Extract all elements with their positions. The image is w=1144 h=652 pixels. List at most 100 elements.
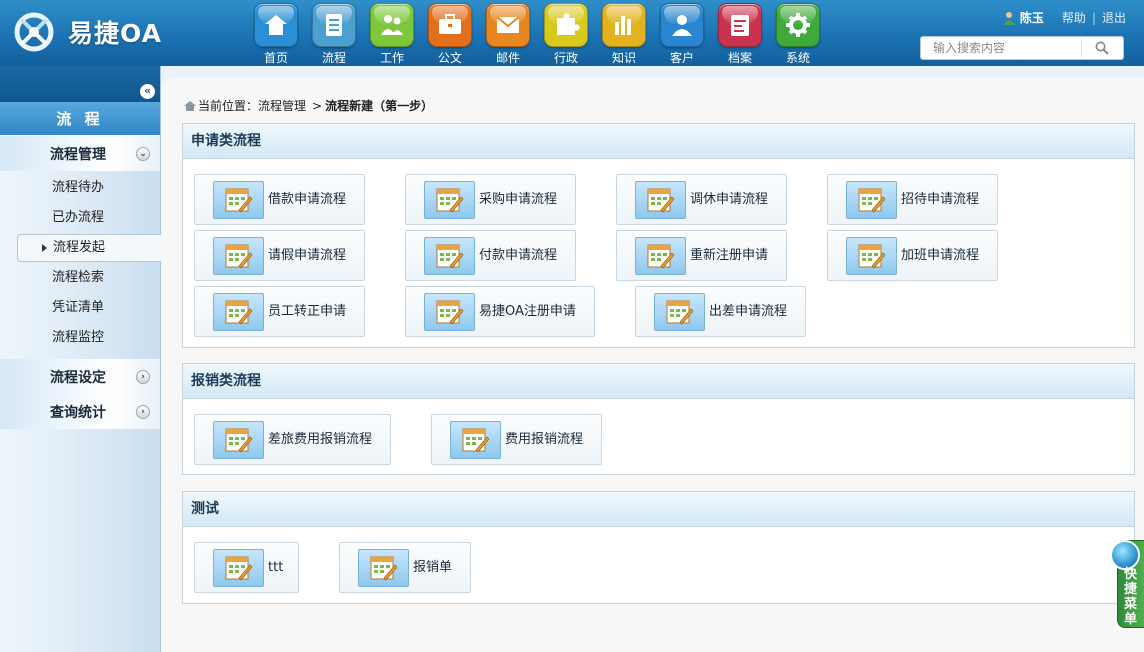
- nav-label: 行政: [553, 51, 578, 65]
- flow-start-button[interactable]: 采购申请流程: [405, 174, 576, 225]
- nav-item-chart[interactable]: 知识: [595, 3, 653, 65]
- quick-menu-label: 快捷菜单: [1124, 567, 1138, 627]
- form-icon: [424, 181, 475, 219]
- flow-button-label: 出差申请流程: [709, 304, 788, 319]
- nav-label: 首页: [263, 51, 288, 65]
- breadcrumb-current: 流程新建（第一步）: [325, 99, 434, 113]
- flow-start-button[interactable]: 付款申请流程: [405, 230, 576, 281]
- main-content: 当前位置：流程管理 > 流程新建（第一步） 申请类流程 报销类流程 测试 借款申…: [161, 78, 1144, 652]
- flow-start-button[interactable]: 借款申请流程: [194, 174, 365, 225]
- sidebar-group-flow-management[interactable]: 流程管理 ⌄: [0, 136, 160, 171]
- flow-start-button[interactable]: 差旅费用报销流程: [194, 414, 391, 465]
- search-box: [920, 36, 1124, 60]
- nav-item-archive[interactable]: 档案: [711, 3, 769, 65]
- flow-icon: [312, 3, 356, 47]
- sidebar-item[interactable]: 已办流程: [0, 203, 160, 233]
- nav-label: 工作: [379, 51, 404, 65]
- flow-button-label: 付款申请流程: [479, 248, 558, 263]
- sidebar-group-label: 查询统计: [50, 404, 106, 421]
- work-icon: [370, 3, 414, 47]
- sidebar-item[interactable]: 流程检索: [0, 263, 160, 293]
- sidebar-item[interactable]: 凭证清单: [0, 293, 160, 323]
- sidebar-item-label: 流程监控: [52, 330, 105, 345]
- search-button[interactable]: [1081, 39, 1121, 57]
- nav-item-home[interactable]: 首页: [247, 3, 305, 65]
- userbar-separator: |: [1091, 10, 1096, 25]
- form-icon: [635, 237, 686, 275]
- flow-button-label: 重新注册申请: [690, 248, 769, 263]
- flow-start-button[interactable]: 易捷OA注册申请: [405, 286, 595, 337]
- home-icon: [254, 3, 298, 47]
- flow-start-button[interactable]: 员工转正申请: [194, 286, 365, 337]
- top-header: 易捷OA 首页 流程 工作 公文 邮件 行政 知识 客户 档案 系统 陈玉 帮助 | 退出: [0, 0, 1144, 66]
- form-icon: [635, 181, 686, 219]
- panel-test-flows: 测试: [182, 491, 1135, 604]
- sidebar-item[interactable]: 流程发起: [17, 234, 161, 262]
- flow-button-label: 请假申请流程: [268, 248, 347, 263]
- sidebar-submenu: 流程待办已办流程流程发起流程检索凭证清单流程监控: [0, 171, 161, 359]
- quick-menu[interactable]: 快捷菜单: [1110, 540, 1144, 628]
- nav-item-user[interactable]: 客户: [653, 3, 711, 65]
- flow-start-button[interactable]: 加班申请流程: [827, 230, 998, 281]
- logo-mark-icon: [12, 10, 62, 54]
- breadcrumb: 当前位置：流程管理 > 流程新建（第一步）: [183, 97, 433, 114]
- sidebar-item-label: 流程检索: [52, 270, 105, 285]
- nav-item-mail[interactable]: 邮件: [479, 3, 537, 65]
- nav-item-puzzle[interactable]: 行政: [537, 3, 595, 65]
- form-icon: [424, 293, 475, 331]
- form-icon: [213, 293, 264, 331]
- chevron-right-icon: ›: [136, 405, 150, 419]
- sidebar: « 流 程 流程管理 ⌄ 流程待办 已办流程 流程发起 流程检索 凭证清单 流程监控 流程…: [0, 66, 161, 652]
- nav-item-briefcase[interactable]: 公文: [421, 3, 479, 65]
- chevron-down-icon: ⌄: [136, 147, 150, 161]
- sidebar-item-label: 已办流程: [52, 210, 105, 225]
- form-icon: [846, 181, 897, 219]
- breadcrumb-prefix: 当前位置：流程管理: [198, 99, 307, 113]
- top-nav: 首页 流程 工作 公文 邮件 行政 知识 客户 档案 系统: [247, 3, 827, 65]
- sidebar-item[interactable]: 流程监控: [0, 323, 160, 353]
- help-link[interactable]: 帮助: [1062, 9, 1086, 26]
- current-username[interactable]: 陈玉: [1020, 9, 1044, 26]
- search-input[interactable]: [933, 38, 1103, 58]
- flow-start-button[interactable]: 重新注册申请: [616, 230, 787, 281]
- flow-button-label: 报销单: [413, 560, 453, 575]
- flow-button-label: 差旅费用报销流程: [268, 432, 373, 447]
- flow-start-button[interactable]: 请假申请流程: [194, 230, 365, 281]
- flow-button-label: 员工转正申请: [268, 304, 347, 319]
- logout-link[interactable]: 退出: [1102, 9, 1126, 26]
- chevron-right-icon: ›: [136, 370, 150, 384]
- collapse-sidebar-icon[interactable]: «: [140, 84, 155, 99]
- sidebar-item-label: 凭证清单: [52, 300, 105, 315]
- form-icon: [358, 549, 409, 587]
- flow-start-button[interactable]: 出差申请流程: [635, 286, 806, 337]
- nav-item-flow[interactable]: 流程: [305, 3, 363, 65]
- form-icon: [654, 293, 705, 331]
- nav-label: 系统: [785, 51, 810, 65]
- home-icon: [184, 100, 196, 111]
- flow-start-button[interactable]: 费用报销流程: [431, 414, 602, 465]
- nav-label: 公文: [437, 51, 462, 65]
- form-icon: [213, 549, 264, 587]
- sidebar-item[interactable]: 流程待办: [0, 173, 160, 203]
- quick-menu-icon: [1110, 540, 1140, 570]
- flow-start-button[interactable]: 招待申请流程: [827, 174, 998, 225]
- flow-button-label: 调休申请流程: [690, 192, 769, 207]
- form-icon: [424, 237, 475, 275]
- nav-label: 邮件: [495, 51, 520, 65]
- nav-item-gear[interactable]: 系统: [769, 3, 827, 65]
- flow-start-button[interactable]: ttt: [194, 542, 299, 593]
- chart-icon: [602, 3, 646, 47]
- sidebar-group-flow-settings[interactable]: 流程设定 ›: [0, 359, 160, 394]
- form-icon: [213, 421, 264, 459]
- form-icon: [213, 237, 264, 275]
- form-icon: [450, 421, 501, 459]
- nav-label: 知识: [611, 51, 636, 65]
- caret-right-icon: [42, 244, 47, 252]
- flow-button-label: 借款申请流程: [268, 192, 347, 207]
- sidebar-group-query-stats[interactable]: 查询统计 ›: [0, 394, 160, 429]
- sidebar-item-label: 流程待办: [52, 180, 105, 195]
- flow-start-button[interactable]: 报销单: [339, 542, 471, 593]
- nav-item-work[interactable]: 工作: [363, 3, 421, 65]
- flow-button-label: 采购申请流程: [479, 192, 558, 207]
- flow-start-button[interactable]: 调休申请流程: [616, 174, 787, 225]
